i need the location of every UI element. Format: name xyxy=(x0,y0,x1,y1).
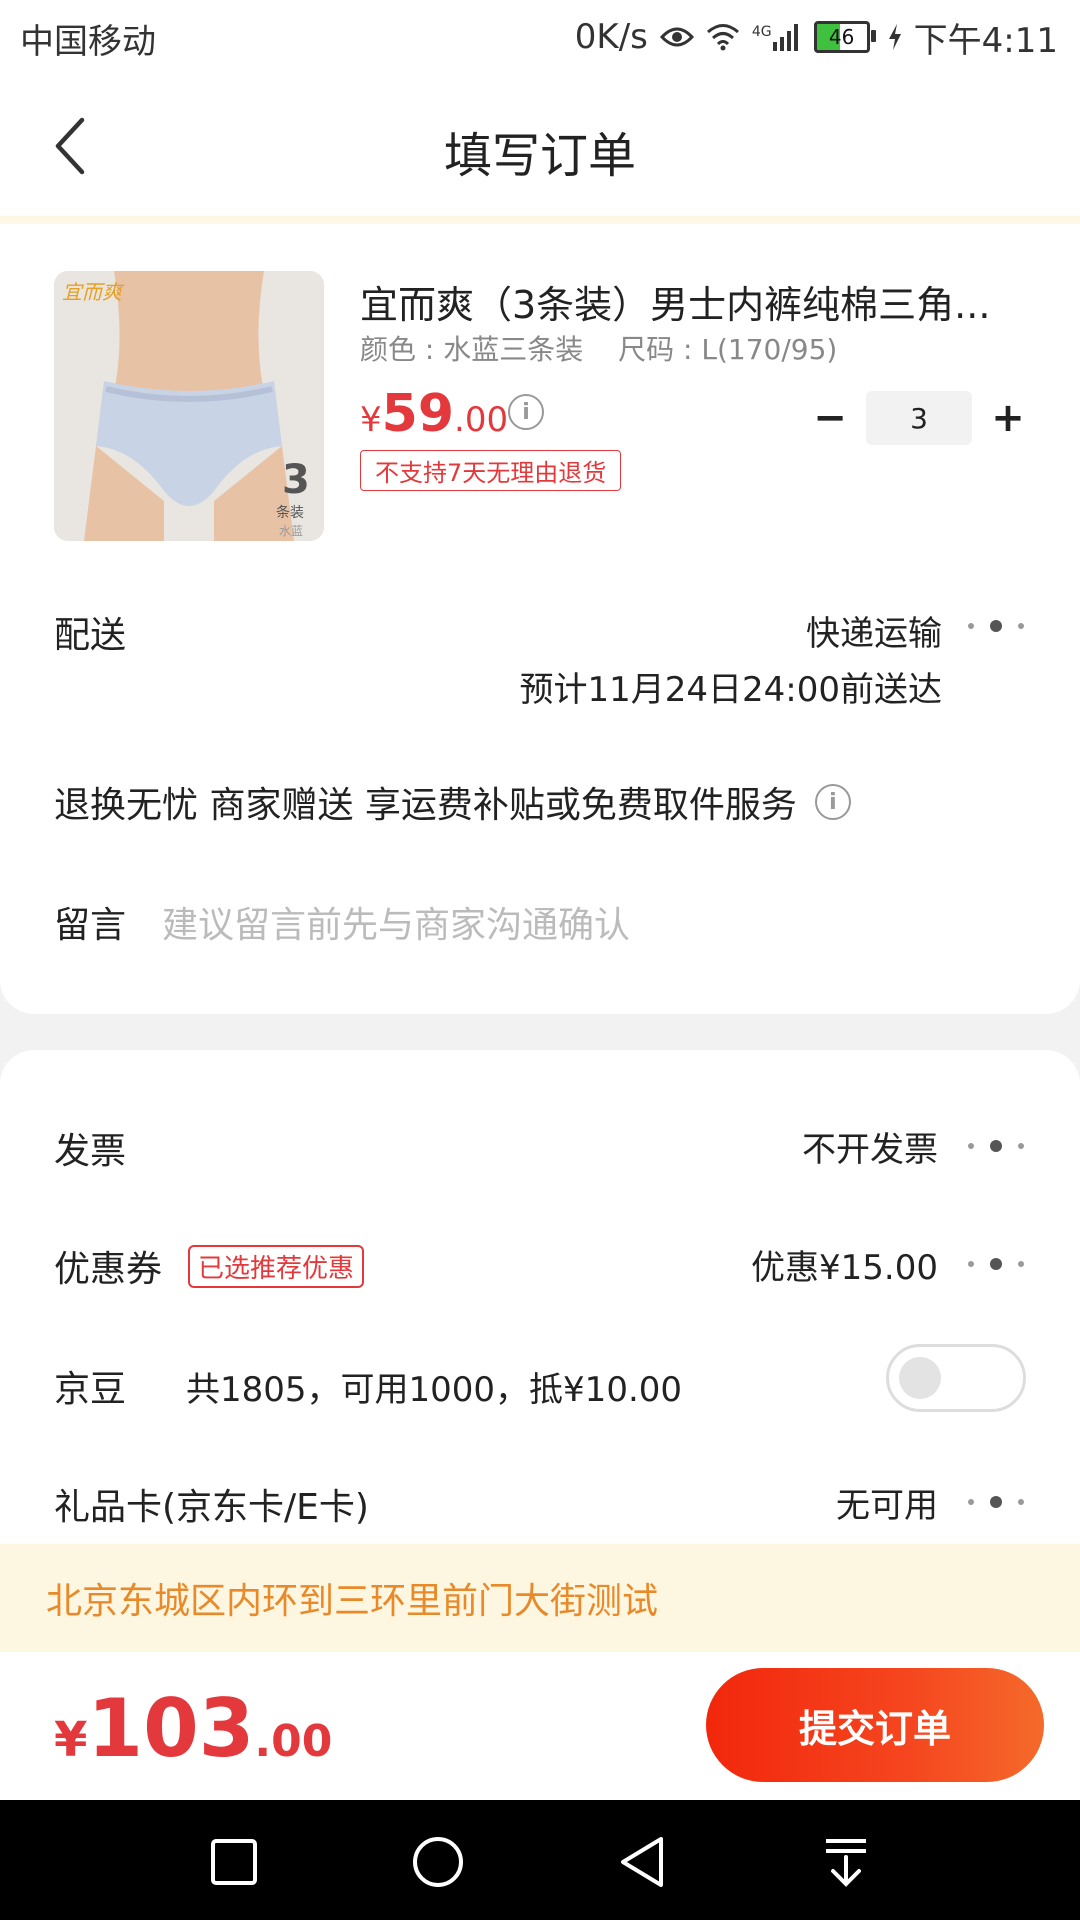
product-color: 颜色 : 水蓝三条装 xyxy=(360,333,584,366)
navigation-bar: 填写订单 xyxy=(0,76,1080,216)
notification-shade-button[interactable] xyxy=(814,1830,878,1894)
signal-icon: 4G xyxy=(752,22,802,52)
invoice-more-icon[interactable] xyxy=(968,1136,1024,1156)
home-button[interactable] xyxy=(406,1830,470,1894)
address-text: 北京东城区内环到三环里前门大街测试 xyxy=(46,1581,659,1622)
product-image[interactable]: 宜而爽 3 条装 水蓝 xyxy=(54,271,324,541)
square-icon xyxy=(211,1839,257,1885)
quantity-input[interactable]: 3 xyxy=(866,391,972,445)
total-currency: ¥ xyxy=(54,1712,88,1768)
return-service-row[interactable]: 退换无忧 商家赠送 享运费补贴或免费取件服务 i xyxy=(54,776,851,828)
system-navigation-bar xyxy=(0,1800,1080,1920)
system-back-button[interactable] xyxy=(610,1830,674,1894)
network-type: 4G xyxy=(751,24,772,40)
battery-level: 46 xyxy=(828,25,855,49)
increase-quantity-button[interactable]: + xyxy=(978,390,1038,446)
delivery-label: 配送 xyxy=(54,615,127,656)
invoice-label: 发票 xyxy=(54,1131,127,1172)
message-label: 留言 xyxy=(54,905,127,946)
message-input[interactable]: 建议留言前先与商家沟通确认 xyxy=(162,896,630,948)
gift-card-more-icon[interactable] xyxy=(968,1492,1024,1512)
status-bar: 中国移动 0K/s 4G 46 下午4:11 xyxy=(0,0,1080,76)
no-return-tag: 不支持7天无理由退货 xyxy=(360,450,622,491)
jingdou-label: 京豆 xyxy=(54,1369,127,1410)
coupon-value[interactable]: 优惠¥15.00 xyxy=(751,1240,938,1289)
charging-icon xyxy=(888,24,902,50)
status-icons: 0K/s 4G 46 下午4:11 xyxy=(575,12,1058,62)
price-integer: 59 xyxy=(381,384,455,444)
product-price: ¥ 59 .00 xyxy=(360,384,508,444)
return-service-text: 退换无忧 商家赠送 享运费补贴或免费取件服务 xyxy=(54,785,797,826)
delivery-method[interactable]: 快递运输 xyxy=(806,606,942,655)
address-bar[interactable]: 北京东城区内环到三环里前门大街测试 xyxy=(0,1544,1080,1652)
image-brand-text: 宜而爽 xyxy=(62,280,125,304)
return-info-icon[interactable]: i xyxy=(814,784,851,820)
price-info-icon[interactable]: i xyxy=(508,394,544,430)
payment-options-card: 发票 不开发票 优惠券 已选推荐优惠 优惠¥15.00 京豆 共1805，可用1… xyxy=(0,1050,1080,1560)
toggle-knob xyxy=(899,1357,941,1399)
price-decimal: .00 xyxy=(454,400,509,440)
battery-icon: 46 xyxy=(813,21,876,53)
net-speed: 0K/s xyxy=(574,17,648,57)
product-spec: 颜色 : 水蓝三条装 尺码 : L(170/95) xyxy=(360,328,837,368)
product-title[interactable]: 宜而爽（3条装）男士内裤纯棉三角... xyxy=(360,274,1000,329)
circle-icon xyxy=(413,1837,463,1887)
triangle-back-icon xyxy=(621,1837,663,1887)
gift-card-label: 礼品卡(京东卡/E卡) xyxy=(54,1487,369,1528)
jingdou-desc: 共1805，可用1000，抵¥10.00 xyxy=(186,1370,683,1410)
coupon-more-icon[interactable] xyxy=(968,1254,1024,1274)
gift-card-value[interactable]: 无可用 xyxy=(836,1478,938,1527)
coupon-tag: 已选推荐优惠 xyxy=(188,1245,365,1288)
wifi-icon xyxy=(706,23,740,51)
image-color-text: 水蓝 xyxy=(279,524,303,538)
price-currency: ¥ xyxy=(360,400,382,440)
delivery-eta: 预计11月24日24:00前送达 xyxy=(519,670,942,710)
total-decimal: .00 xyxy=(254,1716,333,1767)
clock: 下午4:11 xyxy=(913,20,1058,61)
jingdou-toggle[interactable] xyxy=(886,1344,1026,1412)
coupon-label: 优惠券 xyxy=(54,1249,163,1290)
submit-order-button[interactable]: 提交订单 xyxy=(706,1668,1044,1782)
eye-icon xyxy=(659,25,694,49)
product-size: 尺码 : L(170/95) xyxy=(618,333,838,366)
decrease-quantity-button[interactable]: − xyxy=(800,390,860,446)
page-title: 填写订单 xyxy=(443,128,636,184)
carrier-name: 中国移动 xyxy=(20,22,156,62)
recent-apps-button[interactable] xyxy=(202,1830,266,1894)
total-price: ¥ 103 .00 xyxy=(54,1682,332,1775)
image-count-text: 3 xyxy=(282,457,310,503)
pull-down-icon xyxy=(826,1839,866,1887)
quantity-stepper: − 3 + xyxy=(800,390,1038,446)
total-integer: 103 xyxy=(87,1682,255,1775)
delivery-more-icon[interactable] xyxy=(968,616,1024,636)
order-item-card: 宜而爽 3 条装 水蓝 宜而爽（3条装）男士内裤纯棉三角... 颜色 : 水蓝三… xyxy=(0,224,1080,1014)
invoice-value[interactable]: 不开发票 xyxy=(802,1122,938,1171)
checkout-bar: ¥ 103 .00 提交订单 xyxy=(0,1652,1080,1800)
image-pack-text: 条装 xyxy=(276,504,304,521)
